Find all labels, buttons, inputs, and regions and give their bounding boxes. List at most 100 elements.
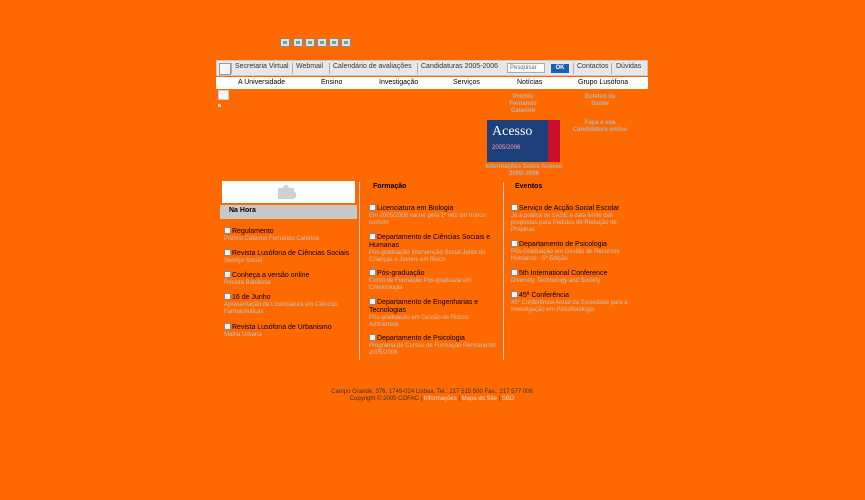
item-subtitle[interactable]: Prémio Caterino Fernando Caterino	[224, 236, 354, 243]
item-title[interactable]: Serviço de Acção Social Escolar	[519, 205, 619, 212]
item-title[interactable]: Departamento de Ciências Sociais e Human…	[369, 234, 490, 249]
nav-grupo-lusofona[interactable]: Grupo Lusófona	[578, 79, 628, 86]
flag-icon[interactable]	[293, 38, 303, 47]
list-item[interactable]: Serviço de Acção Social Escolar Já à prá…	[511, 204, 636, 240]
item-icon	[369, 204, 376, 211]
item-subtitle[interactable]: Em 2005/2006 vai ter pela 1ª vez um tron…	[369, 213, 497, 227]
column-divider	[359, 182, 360, 360]
item-subtitle[interactable]: 45ª Conferência Anual da Sociedade para …	[511, 300, 636, 314]
top-toolbar: Secretaria Virtual Webmail Calendário de…	[216, 60, 648, 76]
item-title[interactable]: Revista Lusófona de Ciências Sociais	[232, 250, 349, 257]
premio-link[interactable]: Prémio Fernando Caterino	[500, 94, 546, 115]
item-icon	[224, 249, 231, 256]
flag-icon[interactable]	[317, 38, 327, 47]
link-duvidas[interactable]: Dúvidas	[616, 63, 641, 70]
footer-link-informacoes[interactable]: Informações	[424, 396, 457, 402]
flag-icon[interactable]	[329, 38, 339, 47]
na-hora-heading: Na Hora	[229, 207, 256, 214]
flag-icon[interactable]	[280, 38, 290, 47]
list-item[interactable]: Revista Lusófona de Ciências Sociais Ser…	[224, 249, 354, 271]
footer-link-mapa-site[interactable]: Mapa do Site	[462, 396, 497, 402]
nav-ensino[interactable]: Ensino	[321, 79, 342, 86]
item-subtitle[interactable]: Malha Urbana	[224, 332, 354, 339]
item-title[interactable]: 16 de Junho	[232, 294, 271, 301]
nav-noticias[interactable]: Notícias	[517, 79, 542, 86]
item-subtitle[interactable]: Serviço Social	[224, 258, 354, 265]
link-contactos[interactable]: Contactos	[577, 63, 609, 70]
list-item[interactable]: Departamento de Psicologia Pós-Graduação…	[511, 240, 636, 269]
item-icon	[511, 204, 518, 211]
item-subtitle[interactable]: Diversity, Technology and Society	[511, 278, 636, 285]
item-title[interactable]: Departamento de Engenharias e Tecnologia…	[369, 299, 478, 314]
flag-icon[interactable]	[341, 38, 351, 47]
link-calendario[interactable]: Calendário de avaliações	[333, 63, 412, 70]
item-subtitle[interactable]: Curso de Formação Pós-graduada em Crimin…	[369, 278, 497, 292]
bullet-icon	[218, 104, 221, 107]
item-icon	[369, 269, 376, 276]
item-title[interactable]: Departamento de Psicologia	[519, 241, 607, 248]
nav-a-universidade[interactable]: A Universidade	[238, 79, 285, 86]
list-item[interactable]: Departamento de Ciências Sociais e Human…	[369, 233, 497, 269]
item-subtitle[interactable]: Programa de Cursos de Formação Permanent…	[369, 343, 497, 357]
item-icon	[224, 293, 231, 300]
item-title[interactable]: 45ª Conferência	[519, 292, 569, 299]
banner-image-icon	[218, 90, 229, 100]
item-title[interactable]: 5th International Conference	[519, 270, 607, 277]
search-input[interactable]: Pesquisar	[507, 63, 545, 73]
item-title[interactable]: Regulamento	[232, 228, 274, 235]
list-item[interactable]: 5th International Conference Diversity, …	[511, 269, 636, 291]
divider	[329, 63, 330, 74]
link-secretaria-virtual[interactable]: Secretaria Virtual	[235, 63, 289, 70]
nav-servicos[interactable]: Serviços	[453, 79, 480, 86]
candidatura-online-link[interactable]: Faça a sua Candidatura online	[572, 120, 628, 134]
list-item[interactable]: Licenciatura em Biologia Em 2005/2006 va…	[369, 204, 497, 233]
item-subtitle[interactable]: Pós-graduação em Gestão de Riscos Ambien…	[369, 315, 497, 329]
item-title[interactable]: Departamento de Psicologia	[377, 335, 465, 342]
list-item[interactable]: 16 de Junho Apresentação da Licenciatura…	[224, 293, 354, 323]
item-icon	[369, 233, 376, 240]
item-title[interactable]: Pós-graduação	[377, 270, 424, 277]
formacao-list: Licenciatura em Biologia Em 2005/2006 va…	[369, 204, 497, 357]
list-item[interactable]: Departamento de Psicologia Programa de C…	[369, 334, 497, 357]
item-title[interactable]: Licenciatura em Biologia	[377, 205, 453, 212]
main-nav: A Universidade Ensino Investigação Servi…	[216, 77, 648, 89]
nav-investigacao[interactable]: Investigação	[379, 79, 418, 86]
item-icon	[369, 298, 376, 305]
footer-link-sbd[interactable]: SBD	[502, 396, 514, 402]
flag-icon[interactable]	[305, 38, 315, 47]
list-item[interactable]: Pós-graduação Curso de Formação Pós-grad…	[369, 269, 497, 298]
acesso-title: Acesso	[492, 124, 533, 139]
item-subtitle[interactable]: Já à prática os SASE a data limite das p…	[511, 213, 636, 234]
banner-stripe	[548, 120, 560, 162]
divider	[573, 63, 574, 74]
item-subtitle[interactable]: Pós-Graduação em Gestão de Recursos Huma…	[511, 249, 636, 263]
divider	[417, 63, 418, 74]
list-item[interactable]: Regulamento Prémio Caterino Fernando Cat…	[224, 227, 354, 249]
formacao-heading: Formação	[373, 183, 407, 190]
list-item[interactable]: 45ª Conferência 45ª Conferência Anual da…	[511, 291, 636, 314]
item-title[interactable]: Conheça a versão online	[232, 272, 309, 279]
item-icon	[369, 334, 376, 341]
na-hora-header: Na Hora	[220, 205, 357, 219]
footer-copyright-line: Copyright © 2005 COFAC | Informações | M…	[349, 396, 515, 402]
divider	[231, 63, 232, 74]
acesso-info-link[interactable]: Informações Sobre Acesso 2005/ 2006	[484, 164, 564, 178]
eventos-heading: Eventos	[515, 183, 543, 190]
acesso-year: 2005/2006	[492, 145, 521, 151]
item-icon	[511, 240, 518, 247]
list-item[interactable]: Conheça a versão online Revista Babilóni…	[224, 271, 354, 293]
item-icon	[224, 271, 231, 278]
acesso-banner[interactable]: Acesso 2005/2006	[487, 120, 560, 162]
eventos-list: Serviço de Acção Social Escolar Já à prá…	[511, 204, 636, 314]
link-candidaturas[interactable]: Candidaturas 2005-2006	[421, 63, 498, 70]
list-item[interactable]: Revista Lusófona de Urbanismo Malha Urba…	[224, 323, 354, 339]
item-title[interactable]: Revista Lusófona de Urbanismo	[232, 324, 332, 331]
ok-button[interactable]: OK	[551, 64, 569, 73]
list-item[interactable]: Departamento de Engenharias e Tecnologia…	[369, 298, 497, 334]
item-subtitle[interactable]: Revista Babilónia	[224, 280, 354, 287]
na-hora-list: Regulamento Prémio Caterino Fernando Cat…	[224, 227, 354, 339]
boletim-saude-link[interactable]: Boletim da Saúde	[578, 94, 622, 108]
item-subtitle[interactable]: Pós-graduação Intervenção Social Junto d…	[369, 250, 497, 264]
link-webmail[interactable]: Webmail	[296, 63, 323, 70]
item-subtitle[interactable]: Apresentação da Licenciatura em Ciências…	[224, 302, 354, 316]
